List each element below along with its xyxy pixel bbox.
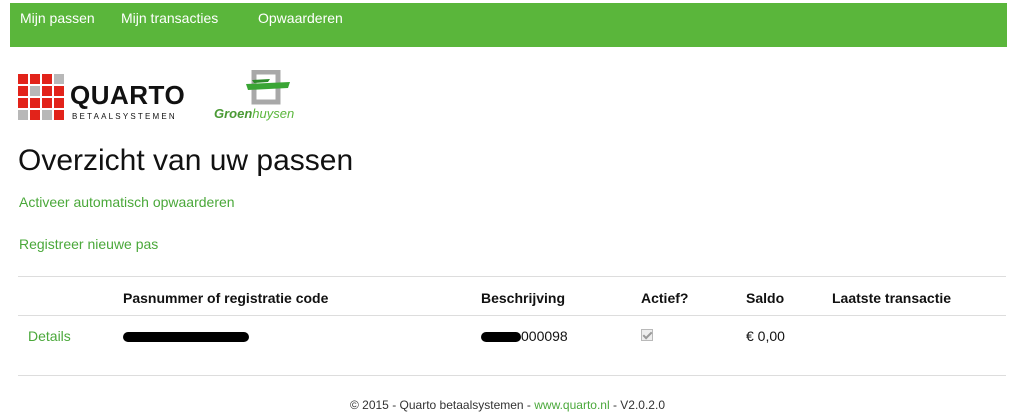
card-number-redacted [123,328,249,344]
quarto-wordmark: QUARTO [70,80,186,110]
footer-copyright: © 2015 - Quarto betaalsystemen - [349,398,535,412]
logo-area: QUARTO BETAALSYSTEMEN Groenhuysen [18,70,318,130]
table-header-divider [18,315,1006,316]
table-top-divider [18,276,1006,277]
page-title: Overzicht van uw passen [18,144,354,177]
groenhuysen-logo-icon [246,70,290,105]
footer-version: - V2.0.2.0 [609,398,665,412]
active-checkbox[interactable] [641,329,653,341]
col-header-last-transaction: Laatste transactie [832,290,952,306]
col-header-active: Actief? [641,290,689,306]
groenhuysen-wordmark: Groenhuysen [214,106,295,121]
description-cell: 000098 [481,328,568,344]
footer-website-link[interactable]: www.quarto.nl [534,398,609,412]
col-header-description: Beschrijving [481,290,566,306]
description-suffix: 000098 [521,328,568,344]
quarto-subtitle: BETAALSYSTEMEN [72,112,177,121]
col-header-balance: Saldo [746,290,785,306]
footer: © 2015 - Quarto betaalsystemen - www.qua… [0,398,1015,412]
activate-auto-topup-link[interactable]: Activeer automatisch opwaarderen [19,194,235,210]
top-navbar: Mijn passen Mijn transacties Opwaarderen [10,3,1007,47]
register-new-card-link[interactable]: Registreer nieuwe pas [19,236,158,252]
quarto-logo-icon [18,74,64,120]
nav-mijn-passen[interactable]: Mijn passen [20,3,95,47]
nav-opwaarderen[interactable]: Opwaarderen [258,3,343,47]
nav-mijn-transacties[interactable]: Mijn transacties [121,3,218,47]
redaction-mark [481,332,521,343]
details-link[interactable]: Details [28,328,71,344]
col-header-card-number: Pasnummer of registratie code [123,290,329,306]
balance-cell: € 0,00 [746,328,785,344]
table-bottom-divider [18,375,1006,376]
redaction-mark [123,332,249,343]
